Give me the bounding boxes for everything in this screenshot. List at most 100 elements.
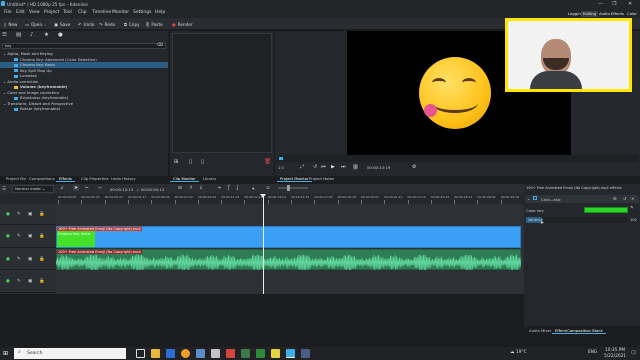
menu-settings[interactable]: Settings [133, 10, 151, 15]
app-icon-yellow[interactable] [271, 349, 280, 358]
tab-compositions[interactable]: Compositions [26, 176, 58, 182]
paste-button[interactable]: ⎘ Paste [146, 20, 163, 28]
lift-icon[interactable]: ⇑ [189, 186, 193, 191]
tab-library[interactable]: Library [200, 176, 219, 182]
track-visibility-icon[interactable]: ▣ [28, 257, 32, 262]
timeline-ruler[interactable]: 00:00:00:00 00:00:01:24 00:00:03:23 00:00:0… [56, 194, 524, 204]
weather-icon[interactable]: ☁ [510, 350, 515, 355]
open-button[interactable]: ▭ Open... [25, 20, 46, 28]
layout-color[interactable]: Color [625, 11, 639, 17]
menu-help[interactable]: Help [155, 10, 165, 15]
split-audio-icon[interactable]: ⊟ [178, 186, 182, 191]
minimize-button[interactable]: — [598, 1, 603, 7]
track-active-icon[interactable]: ● [6, 257, 10, 262]
close-button[interactable]: ✕ [628, 1, 632, 7]
effect-enable-checkbox[interactable] [533, 196, 537, 200]
monitor-zoom[interactable]: 1:1 [278, 165, 284, 170]
loop-icon[interactable]: ↺ [313, 164, 317, 170]
snap-icon[interactable]: ⊙ [266, 186, 270, 191]
track-edit-icon[interactable]: ✎ [17, 257, 21, 262]
track-edit-icon[interactable]: ✎ [17, 234, 21, 239]
maximize-button[interactable]: ❐ [612, 1, 616, 7]
layout-effects[interactable]: Effects [609, 11, 626, 17]
extract-icon[interactable]: ⇓ [199, 186, 203, 191]
collapse-icon[interactable]: ⌄ [527, 196, 530, 201]
app-icon-green[interactable] [241, 349, 250, 358]
split-icon[interactable]: ▥ [353, 164, 358, 170]
effects-video-filter-icon[interactable]: ▤ [16, 32, 21, 38]
new-button[interactable]: ▯ New [4, 20, 17, 28]
effects-custom-icon[interactable]: ● [58, 32, 63, 38]
effect-reset-icon[interactable]: ↺ [623, 196, 626, 201]
next-frame-icon[interactable]: ⏭ [341, 164, 346, 170]
menu-project[interactable]: Project [44, 10, 59, 15]
save-button[interactable]: ▣ Save [54, 20, 70, 28]
effect-header[interactable]: ⌄ Chro...asic ☰ ↺ ✕ [525, 195, 639, 203]
tab-clip-monitor[interactable]: Clip Monitor [170, 176, 199, 182]
layout-editing[interactable]: Editing [581, 11, 599, 17]
effects-audio-filter-icon[interactable]: ♪ [30, 32, 34, 38]
app-icon-photos[interactable] [196, 349, 205, 358]
overwrite-icon[interactable]: ⇥ [217, 186, 221, 191]
windows-start-icon[interactable]: ⊞ [3, 350, 8, 357]
previous-frame-icon[interactable]: ⏮ [321, 164, 326, 170]
kdenlive-taskbar-icon[interactable] [286, 349, 295, 358]
zone-out-icon[interactable]: ⎦ [236, 186, 238, 191]
effects-favorite-icon[interactable]: ★ [44, 32, 49, 38]
tab-effect-stack[interactable]: Effect/Composition Stack [552, 328, 606, 334]
track-header[interactable]: ● ✎ ▣ 🔒 [0, 271, 56, 293]
track-header[interactable]: ● ✎ ▣ 🔒 [0, 204, 56, 225]
effect-item[interactable]: Rotate (keyframable) [0, 106, 168, 112]
track-edit-icon[interactable]: ✎ [17, 212, 21, 217]
effects-search-input[interactable]: key ⌫ [2, 43, 166, 49]
playhead-marker-icon[interactable] [260, 194, 266, 198]
menu-edit[interactable]: Edit [16, 10, 25, 15]
razor-tool-icon[interactable]: ✂ [85, 186, 89, 191]
track-visibility-icon[interactable]: ▣ [28, 234, 32, 239]
track-active-icon[interactable]: ● [6, 279, 10, 284]
menu-timeline[interactable]: Timeline [92, 10, 111, 15]
copy-button[interactable]: ⧉ Copy [124, 20, 140, 28]
monitor-playhead-marker[interactable] [279, 157, 283, 160]
file-explorer-icon[interactable] [151, 349, 160, 358]
track-visibility-icon[interactable]: ▣ [28, 212, 32, 217]
track-header[interactable]: ● ✎ ▣ 🔒 [0, 249, 56, 270]
menu-clip[interactable]: Clip [78, 10, 87, 15]
track-active-icon[interactable]: ● [6, 234, 10, 239]
monitor-timecode[interactable]: 00:00:13:19 [367, 165, 390, 170]
app-icon-blue[interactable] [166, 349, 175, 358]
tab-effects[interactable]: Effects [56, 176, 75, 182]
weather-temp[interactable]: 19°C [516, 350, 527, 355]
effect-menu-icon[interactable]: ☰ [613, 196, 617, 201]
variance-value[interactable]: 100 [630, 218, 637, 222]
clip-monitor-frame-icon[interactable]: ▯ [189, 159, 192, 165]
tab-undo-history[interactable]: Undo History [108, 176, 139, 182]
menu-monitor[interactable]: Monitor [112, 10, 129, 15]
clip-monitor-viewport[interactable] [172, 33, 272, 153]
render-button[interactable]: ● Render [172, 20, 193, 28]
app-icon-purple[interactable] [301, 349, 310, 358]
taskbar-search-input[interactable]: ⌕ Search [14, 348, 126, 359]
menu-view[interactable]: View [29, 10, 40, 15]
task-view-icon[interactable] [136, 349, 145, 358]
clock-time[interactable]: 10:35 PM [605, 348, 625, 353]
zoom-slider[interactable] [278, 187, 308, 189]
tab-clip-properties[interactable]: Clip Properties [78, 176, 112, 182]
edit-mode-select[interactable]: Normal mode ⌄ [12, 185, 54, 193]
color-key-swatch[interactable] [584, 207, 628, 213]
fullscreen-icon[interactable]: ⤢ [300, 164, 304, 170]
track-menu-icon[interactable]: ☰ [2, 187, 6, 192]
play-icon[interactable]: ▶ [331, 164, 335, 170]
clip-monitor-add-icon[interactable]: ⊞ [174, 159, 179, 165]
menu-file[interactable]: File [4, 10, 12, 15]
notification-icon[interactable]: 🗨 [630, 350, 636, 356]
zoom-slider-handle[interactable] [287, 185, 290, 191]
chrome-icon[interactable] [181, 349, 190, 358]
timeline-playhead[interactable] [263, 194, 264, 294]
clear-search-icon[interactable]: ⌫ [157, 43, 163, 48]
timeline-position[interactable]: 00:00:13:13 [110, 187, 133, 192]
track-active-icon[interactable]: ● [6, 212, 10, 217]
effects-list-view-icon[interactable]: ☰ [2, 32, 7, 38]
track-lock-icon[interactable]: 🔒 [39, 257, 45, 262]
clip-monitor-audio-icon[interactable]: ▯ [201, 159, 204, 165]
